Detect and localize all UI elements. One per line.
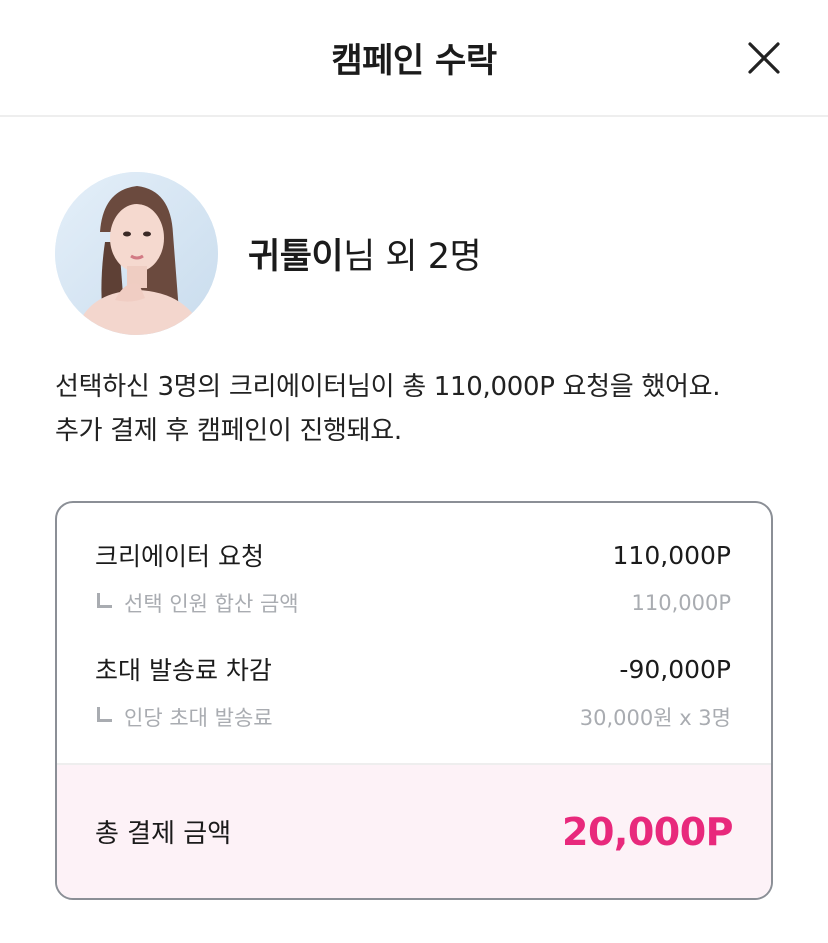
- sub-item-icon: [97, 592, 112, 608]
- payment-summary-card: 크리에이터 요청 110,000P 선택 인원 합산 금액 110,000P 초…: [55, 501, 773, 900]
- total-label: 총 결제 금액: [95, 819, 232, 849]
- description-line-1: 선택하신 3명의 크리에이터님이 총 110,000P 요청을 했어요.: [55, 372, 721, 402]
- creator-profile: 귀툴이님 외 2명: [55, 172, 482, 335]
- creator-name: 귀툴이: [248, 237, 344, 277]
- modal-header: 캠페인 수락: [0, 0, 828, 117]
- shipping-detail-label: 인당 초대 발송료: [124, 706, 273, 730]
- close-icon: [748, 42, 780, 74]
- sub-item-icon: [97, 706, 112, 722]
- modal-title: 캠페인 수락: [331, 41, 497, 81]
- shipping-detail-row: 인당 초대 발송료 30,000원 x 3명: [95, 699, 731, 735]
- creator-count: 님 외 2명: [343, 237, 482, 277]
- shipping-deduction-value: -90,000P: [619, 654, 731, 684]
- creator-summary: 귀툴이님 외 2명: [248, 228, 482, 279]
- request-description: 선택하신 3명의 크리에이터님이 총 110,000P 요청을 했어요. 추가 …: [55, 365, 721, 453]
- creator-request-detail-row: 선택 인원 합산 금액 110,000P: [95, 585, 731, 621]
- creator-request-detail-label: 선택 인원 합산 금액: [124, 592, 299, 616]
- total-value: 20,000P: [562, 809, 734, 854]
- creator-request-label: 크리에이터 요청: [95, 542, 264, 571]
- total-payment-row: 총 결제 금액 20,000P: [57, 763, 771, 898]
- avatar: [55, 172, 218, 335]
- shipping-deduction-row: 초대 발송료 차감 -90,000P: [95, 649, 731, 689]
- shipping-detail-value: 30,000원 x 3명: [579, 706, 731, 730]
- campaign-accept-modal: 캠페인 수락 귀툴이님 외 2명 선택하신 3명의 크리에이터님이 총 110,…: [0, 0, 828, 943]
- creator-request-detail-value: 110,000P: [631, 591, 731, 615]
- creator-request-value: 110,000P: [612, 540, 731, 570]
- shipping-deduction-label: 초대 발송료 차감: [95, 656, 272, 685]
- creator-request-row: 크리에이터 요청 110,000P: [95, 535, 731, 575]
- description-line-2: 추가 결제 후 캠페인이 진행돼요.: [55, 416, 402, 446]
- close-button[interactable]: [746, 40, 782, 76]
